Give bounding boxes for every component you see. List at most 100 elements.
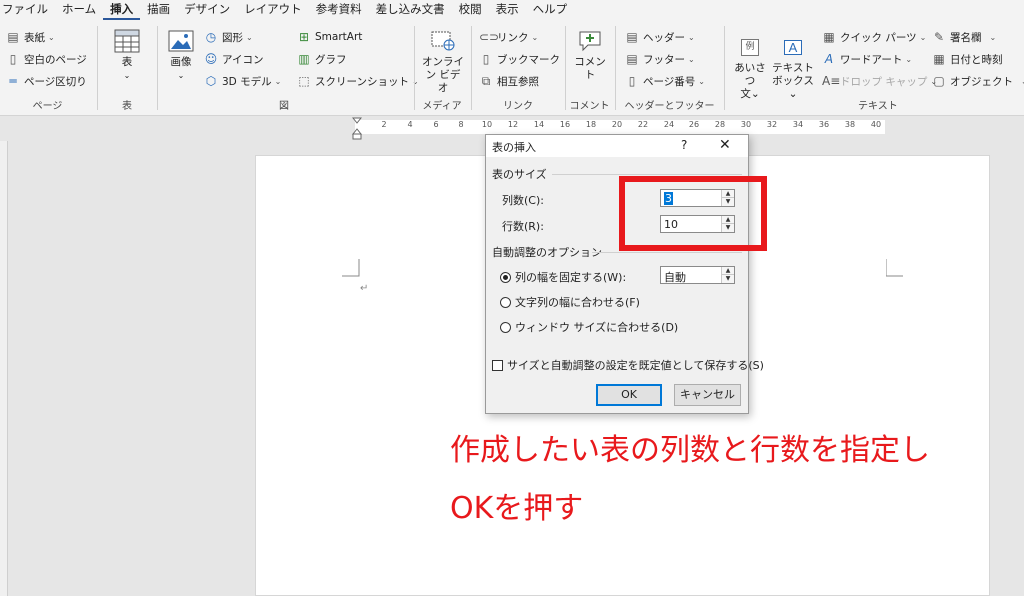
icons-label: アイコン (222, 53, 264, 66)
screenshot-button[interactable]: ⬚ スクリーンショット ⌄ (297, 72, 418, 90)
comment-button[interactable]: コメント (570, 28, 610, 82)
indent-marker-icon[interactable] (352, 117, 362, 141)
menu-insert[interactable]: 挿入 (103, 0, 141, 20)
drop-cap-label: ドロップ キャップ (840, 75, 928, 88)
quick-parts-icon: ▦ (823, 30, 835, 44)
fixed-width-radio[interactable]: 列の幅を固定する(W): (500, 269, 626, 285)
remember-defaults-label: サイズと自動調整の設定を既定値として保存する(S) (507, 359, 764, 372)
menu-design[interactable]: デザイン (177, 0, 237, 20)
margin-corner-icon (886, 259, 903, 277)
wordart-button[interactable]: A ワードアート ⌄ (822, 50, 912, 68)
object-icon: ▢ (933, 74, 945, 88)
signature-line-label: 署名欄 (950, 31, 982, 44)
chart-button[interactable]: ▥ グラフ (297, 50, 346, 68)
columns-label: 列数(C): (502, 194, 544, 207)
ruler-tick: 24 (663, 120, 675, 129)
bookmark-button[interactable]: ▯ ブックマーク (479, 50, 560, 68)
remember-defaults-checkbox[interactable]: サイズと自動調整の設定を既定値として保存する(S) (492, 357, 764, 373)
autofit-window-radio[interactable]: ウィンドウ サイズに合わせる(D) (500, 319, 678, 335)
blank-page-button[interactable]: ▯ 空白のページ (6, 50, 87, 68)
signature-line-button[interactable]: ✎ 署名欄 ⌄ (932, 28, 996, 46)
close-icon[interactable]: ✕ (719, 137, 731, 153)
ruler-tick: 40 (870, 120, 882, 129)
object-button[interactable]: ▢ オブジェクト⌄ (932, 72, 1024, 90)
menu-references[interactable]: 参考資料 (309, 0, 369, 20)
group-header-footer: ▤ ヘッダー ⌄ ▤ フッター ⌄ ▯ ページ番号 ⌄ ヘッダーとフッター (617, 24, 722, 114)
group-label-illustrations: 図 (279, 101, 289, 112)
chevron-down-icon: ⌄ (177, 71, 185, 80)
page-number-icon: ▯ (628, 74, 636, 88)
footer-button[interactable]: ▤ フッター ⌄ (625, 50, 694, 68)
drop-cap-button[interactable]: A≡ ドロップ キャップ ⌄ (822, 72, 937, 90)
margin-corner-icon (342, 259, 360, 277)
ruler-tick: 6 (433, 120, 439, 129)
menu-review[interactable]: 校閲 (452, 0, 489, 20)
ruler-tick: 4 (407, 120, 413, 129)
date-time-button[interactable]: ▦ 日付と時刻 (932, 50, 1002, 68)
group-label-comments: コメント (569, 101, 610, 112)
screenshot-icon: ⬚ (298, 74, 310, 88)
link-button[interactable]: ⊂⊃ リンク ⌄ (479, 28, 538, 46)
spinner-up-icon[interactable]: ▲ (722, 267, 734, 275)
cross-reference-icon: ⧉ (481, 74, 491, 88)
greeting-label-1: あいさつ (734, 62, 766, 87)
fixed-width-spinner[interactable]: 自動 ▲ ▼ (660, 266, 735, 284)
chevron-down-icon: ⌄ (698, 76, 705, 86)
autofit-window-label: ウィンドウ サイズに合わせる(D) (515, 321, 679, 334)
vertical-ruler[interactable] (0, 141, 8, 596)
autofit-content-radio[interactable]: 文字列の幅に合わせる(F) (500, 294, 640, 310)
group-divider (592, 252, 742, 253)
greeting-label-2: 文 (740, 88, 751, 100)
signature-icon: ✎ (933, 30, 945, 44)
link-label: リンク (497, 31, 529, 44)
table-grid-icon (112, 28, 142, 54)
help-icon[interactable]: ? (681, 138, 687, 152)
menu-help[interactable]: ヘルプ (526, 0, 575, 20)
cross-reference-button[interactable]: ⧉ 相互参照 (479, 72, 539, 90)
menu-home[interactable]: ホーム (55, 0, 103, 20)
menu-layout[interactable]: レイアウト (237, 0, 309, 20)
ok-button[interactable]: OK (596, 384, 662, 406)
menu-view[interactable]: 表示 (489, 0, 526, 20)
menu-bar: ファイル ホーム 挿入 描画 デザイン レイアウト 参考資料 差し込み文書 校閲… (0, 0, 1024, 20)
greeting-button[interactable]: 例 あいさつ 文⌄ (730, 34, 770, 101)
spinner-down-icon[interactable]: ▼ (722, 275, 734, 283)
smartart-icon: ⊞ (298, 30, 310, 44)
smartart-label: SmartArt (315, 31, 363, 43)
menu-file[interactable]: ファイル (0, 0, 55, 20)
page-number-label: ページ番号 (643, 75, 696, 88)
cover-page-button[interactable]: ▤ 表紙 ⌄ (6, 28, 54, 46)
footer-icon: ▤ (626, 52, 638, 66)
group-table: 表 ⌄ 表 (99, 24, 155, 114)
text-box-icon: A (778, 34, 808, 60)
ruler-tick: 14 (533, 120, 545, 129)
3d-models-button[interactable]: ⬡ 3D モデル ⌄ (204, 72, 282, 90)
table-button[interactable]: 表 ⌄ (112, 28, 142, 82)
page-break-button[interactable]: ═ ページ区切り (6, 72, 86, 90)
calendar-icon: ▦ (933, 52, 945, 66)
chevron-down-icon: ⌄ (123, 71, 131, 80)
page-number-button[interactable]: ▯ ページ番号 ⌄ (625, 72, 705, 90)
greeting-icon-text: 例 (741, 38, 759, 56)
chevron-down-icon: ⌄ (688, 32, 695, 42)
quick-parts-button[interactable]: ▦ クイック パーツ ⌄ (822, 28, 926, 46)
ruler-tick: 2 (381, 120, 387, 129)
text-box-button[interactable]: A テキスト ボックス⌄ (772, 34, 814, 101)
bookmark-label: ブックマーク (497, 53, 560, 66)
header-button[interactable]: ▤ ヘッダー ⌄ (625, 28, 695, 46)
menu-draw[interactable]: 描画 (140, 0, 177, 20)
radio-unselected-icon (500, 321, 511, 333)
online-video-button[interactable]: オンライ ン ビデオ (422, 28, 464, 95)
ruler-tick: 26 (688, 120, 700, 129)
ribbon-separator (724, 26, 725, 110)
smartart-button[interactable]: ⊞ SmartArt (297, 28, 362, 46)
dialog-title: 表の挿入 (492, 141, 536, 154)
cancel-button[interactable]: キャンセル (674, 384, 741, 406)
group-illustrations: 画像 ⌄ ◷ 図形 ⌄ ☺ アイコン ⬡ 3D モデル ⌄ ⊞ SmartArt ▥… (159, 24, 419, 114)
chevron-down-icon: ⌄ (919, 32, 927, 42)
icons-button[interactable]: ☺ アイコン (204, 50, 264, 68)
menu-mailings[interactable]: 差し込み文書 (369, 0, 452, 20)
shapes-button[interactable]: ◷ 図形 ⌄ (204, 28, 253, 46)
horizontal-ruler[interactable]: 2 4 6 8 10 12 14 16 18 20 22 24 26 28 30… (355, 120, 885, 134)
picture-button[interactable]: 画像 ⌄ (165, 28, 197, 82)
